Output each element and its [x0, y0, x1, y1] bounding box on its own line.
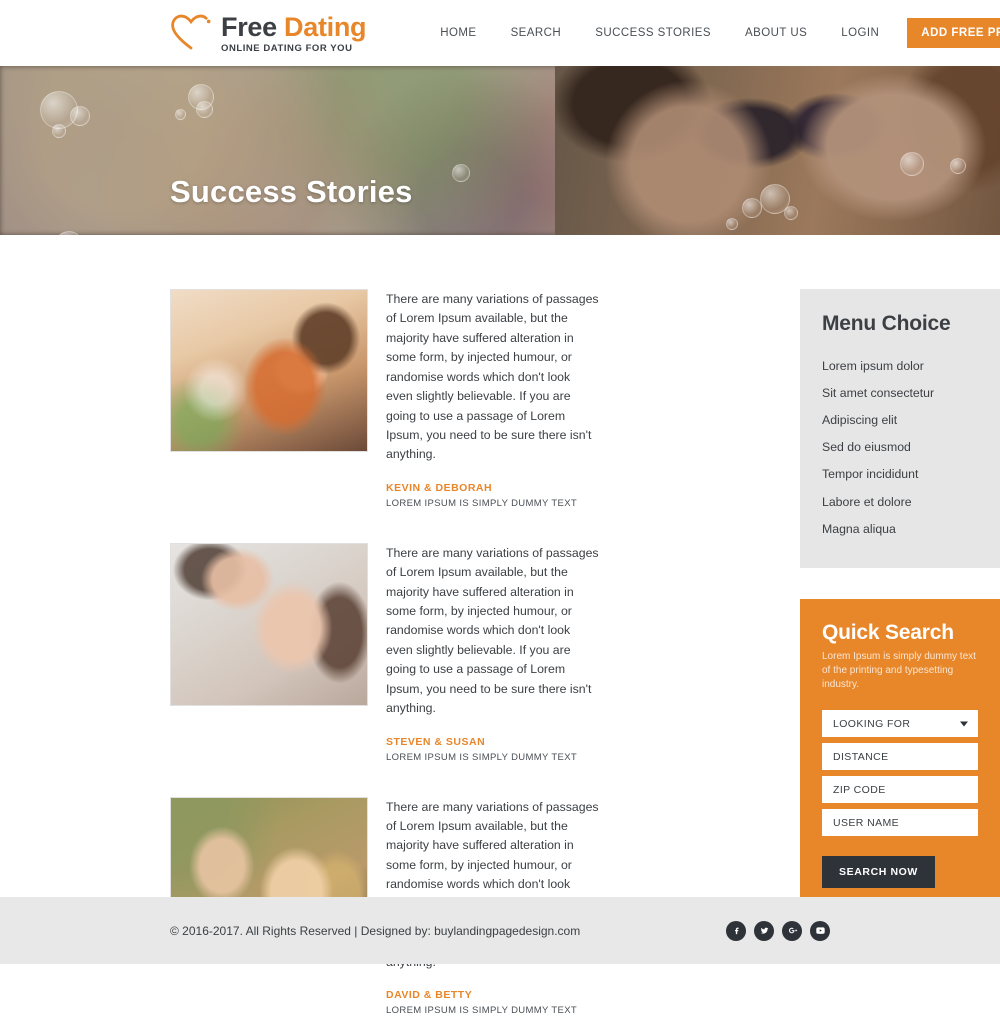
story-body: There are many variations of passages of…	[386, 289, 600, 509]
quick-search-card: Quick Search Lorem Ipsum is simply dummy…	[800, 599, 1000, 916]
story-author: DAVID & BETTY	[386, 989, 473, 1002]
story-subtitle: LOREM IPSUM IS SIMPLY DUMMY TEXT	[386, 497, 578, 509]
story-body: There are many variations of passages of…	[386, 543, 600, 763]
nav-item-login[interactable]: LOGIN	[824, 27, 896, 39]
story-text: There are many variations of passages of…	[386, 292, 599, 462]
nav-item-success-stories[interactable]: SUCCESS STORIES	[578, 27, 728, 39]
chevron-down-icon	[960, 721, 968, 727]
main-content: There are many variations of passages of…	[0, 235, 1000, 1016]
looking-for-label: LOOKING FOR	[833, 717, 911, 730]
story-author: STEVEN & SUSAN	[386, 735, 486, 748]
search-now-button[interactable]: SEARCH NOW	[822, 856, 935, 889]
hero-banner: Success Stories	[0, 66, 1000, 235]
logo-title: Free Dating	[221, 11, 367, 42]
story-text: There are many variations of passages of…	[386, 545, 599, 716]
quick-search-title: Quick Search	[822, 621, 954, 645]
menu-item-6[interactable]: Magna aliqua	[822, 515, 978, 542]
menu-item-5[interactable]: Labore et dolore	[822, 488, 978, 515]
social-links	[726, 920, 830, 941]
nav-item-about-us[interactable]: ABOUT US	[728, 27, 824, 39]
menu-item-2[interactable]: Adipiscing elit	[822, 406, 978, 433]
story-item: There are many variations of passages of…	[170, 289, 600, 509]
menu-choice-card: Menu Choice Lorem ipsum dolor Sit amet c…	[800, 289, 1000, 569]
site-header: Free Dating ONLINE DATING FOR YOU HOME S…	[0, 0, 1000, 66]
site-footer: © 2016-2017. All Rights Reserved | Desig…	[0, 897, 1000, 964]
main-nav: HOME SEARCH SUCCESS STORIES ABOUT US LOG…	[423, 18, 1000, 48]
distance-input[interactable]: DISTANCE	[822, 743, 978, 771]
menu-item-4[interactable]: Tempor incididunt	[822, 461, 978, 488]
story-author: KEVIN & DEBORAH	[386, 481, 493, 494]
logo-wordmark: Free Dating ONLINE DATING FOR YOU	[221, 11, 367, 54]
twitter-icon[interactable]	[754, 920, 774, 941]
user-name-input[interactable]: USER NAME	[822, 809, 978, 837]
heart-outline-icon	[170, 13, 212, 53]
hero-bubbles	[0, 66, 1000, 235]
add-free-profile-button[interactable]: ADD FREE PROFILE	[907, 18, 1000, 48]
menu-choice-title: Menu Choice	[822, 312, 951, 335]
nav-item-home[interactable]: HOME	[423, 27, 493, 39]
site-logo[interactable]: Free Dating ONLINE DATING FOR YOU	[170, 11, 367, 54]
story-subtitle: LOREM IPSUM IS SIMPLY DUMMY TEXT	[386, 751, 578, 763]
menu-item-3[interactable]: Sed do eiusmod	[822, 434, 978, 461]
story-subtitle: LOREM IPSUM IS SIMPLY DUMMY TEXT	[386, 1005, 578, 1016]
page-title: Success Stories	[170, 174, 413, 209]
facebook-icon[interactable]	[726, 920, 746, 941]
distance-placeholder: DISTANCE	[833, 750, 889, 763]
looking-for-select[interactable]: LOOKING FOR	[822, 710, 978, 738]
couple-embrace-photo	[170, 542, 368, 706]
page-root: Free Dating ONLINE DATING FOR YOU HOME S…	[0, 0, 1000, 1016]
google-plus-icon[interactable]	[782, 920, 802, 941]
footer-copyright: © 2016-2017. All Rights Reserved | Desig…	[170, 923, 581, 938]
user-name-placeholder: USER NAME	[833, 816, 900, 829]
zip-code-placeholder: ZIP CODE	[833, 783, 886, 796]
nav-item-search[interactable]: SEARCH	[494, 27, 579, 39]
youtube-icon[interactable]	[810, 920, 830, 941]
menu-item-1[interactable]: Sit amet consectetur	[822, 379, 978, 406]
couple-sunset-photo	[170, 289, 368, 452]
logo-tagline: ONLINE DATING FOR YOU	[221, 42, 353, 54]
zip-code-input[interactable]: ZIP CODE	[822, 776, 978, 804]
sidebar: Menu Choice Lorem ipsum dolor Sit amet c…	[800, 289, 1000, 916]
menu-item-0[interactable]: Lorem ipsum dolor	[822, 352, 978, 379]
quick-search-description: Lorem Ipsum is simply dummy text of the …	[822, 651, 976, 691]
story-item: There are many variations of passages of…	[170, 542, 600, 763]
